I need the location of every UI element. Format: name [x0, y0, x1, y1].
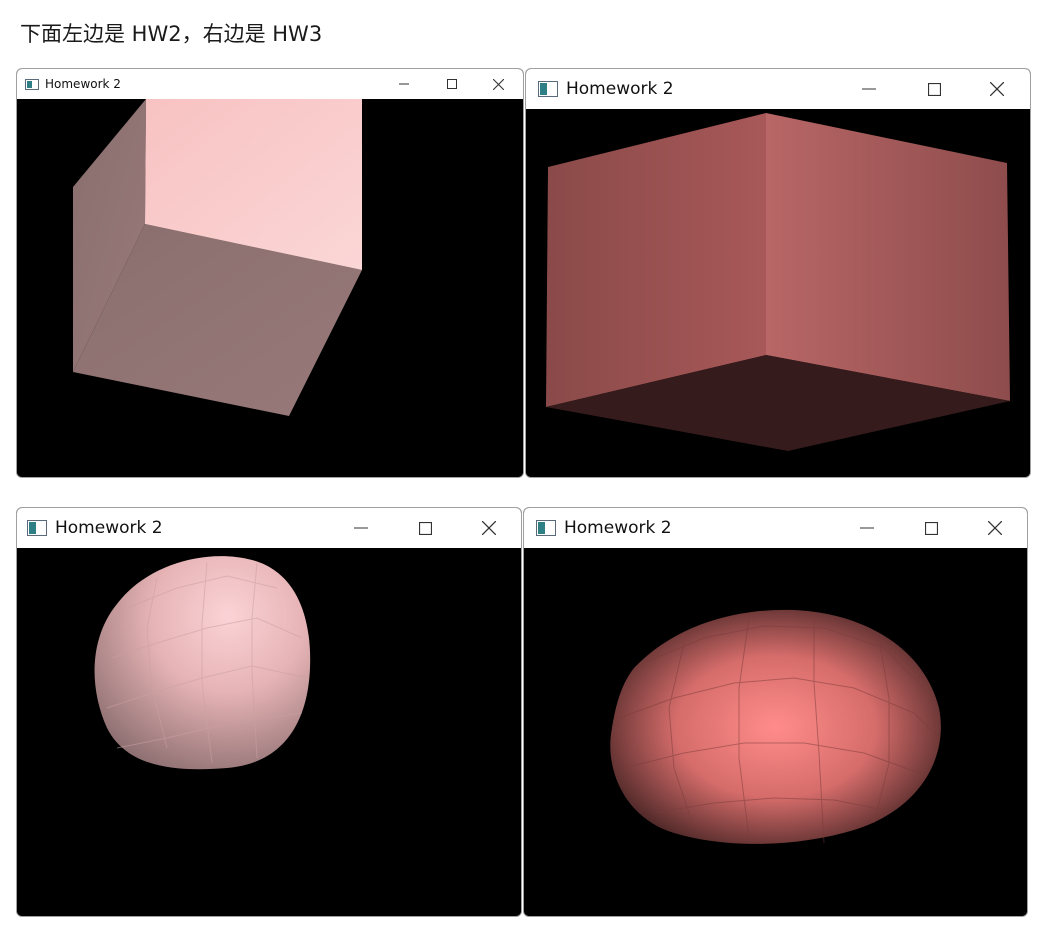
app-icon	[27, 520, 47, 536]
minimize-button[interactable]	[389, 69, 419, 99]
blob-render	[94, 556, 311, 770]
minimize-icon	[354, 527, 368, 529]
close-button[interactable]	[977, 508, 1013, 548]
minimize-button[interactable]	[851, 69, 887, 109]
window-hw3-blob[interactable]: Homework 2	[523, 507, 1028, 917]
window-hw2-blob[interactable]: Homework 2	[16, 507, 522, 917]
app-icon	[538, 81, 558, 97]
minimize-button[interactable]	[343, 508, 379, 548]
title-bar[interactable]: Homework 2	[17, 508, 521, 548]
render-viewport[interactable]	[17, 99, 523, 477]
app-icon	[25, 78, 39, 90]
caption-text: 下面左边是 HW2，右边是 HW3	[20, 22, 323, 46]
render-viewport[interactable]	[526, 109, 1030, 477]
close-icon	[482, 521, 496, 535]
cube-render	[73, 99, 362, 416]
maximize-icon	[927, 82, 941, 96]
cube-face-right	[766, 113, 1010, 401]
window-hw2-cube[interactable]: Homework 2	[16, 68, 524, 478]
blob-shape	[610, 609, 941, 844]
minimize-icon	[862, 88, 876, 90]
maximize-button[interactable]	[913, 508, 949, 548]
maximize-button[interactable]	[916, 69, 952, 109]
maximize-icon	[418, 521, 432, 535]
app-icon	[536, 520, 556, 536]
close-icon	[988, 521, 1002, 535]
render-viewport[interactable]	[524, 548, 1027, 916]
window-hw3-cube[interactable]: Homework 2	[525, 68, 1031, 478]
minimize-button[interactable]	[849, 508, 885, 548]
render-viewport[interactable]	[17, 548, 521, 916]
blob-render	[610, 609, 941, 844]
maximize-button[interactable]	[407, 508, 443, 548]
window-title: Homework 2	[55, 518, 163, 538]
close-icon	[492, 78, 504, 90]
maximize-icon	[447, 79, 457, 89]
minimize-icon	[399, 83, 409, 85]
cube-render	[546, 113, 1010, 451]
close-icon	[990, 82, 1004, 96]
title-bar[interactable]: Homework 2	[526, 69, 1030, 109]
close-button[interactable]	[471, 508, 507, 548]
window-title: Homework 2	[45, 77, 121, 91]
close-button[interactable]	[979, 69, 1015, 109]
close-button[interactable]	[483, 69, 513, 99]
window-title: Homework 2	[566, 79, 674, 99]
title-bar[interactable]: Homework 2	[17, 69, 523, 99]
maximize-button[interactable]	[437, 69, 467, 99]
maximize-icon	[924, 521, 938, 535]
minimize-icon	[860, 527, 874, 529]
title-bar[interactable]: Homework 2	[524, 508, 1027, 548]
window-title: Homework 2	[564, 518, 672, 538]
